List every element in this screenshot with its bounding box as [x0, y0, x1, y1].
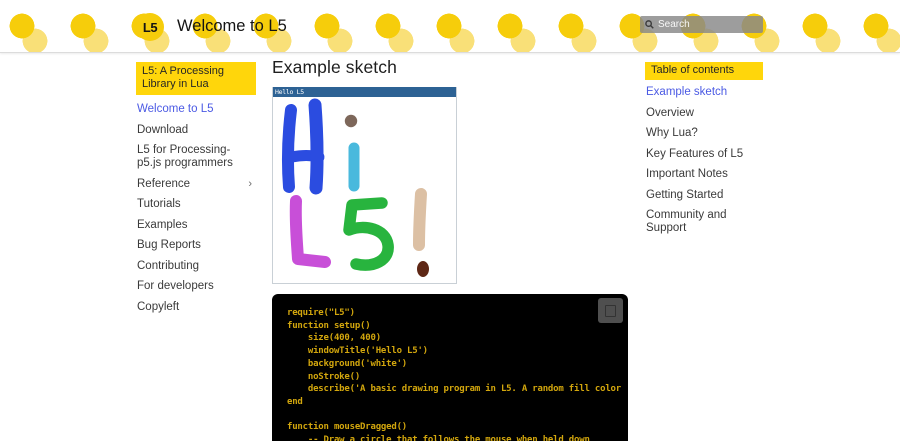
search-box[interactable] [640, 16, 763, 33]
table-of-contents: Table of contents Example sketch Overview… [645, 62, 763, 243]
sidebar-title: L5: A Processing Library in Lua [136, 62, 256, 95]
sketch-drawing [281, 98, 429, 277]
sidebar-item[interactable]: For developers [136, 280, 256, 293]
chevron-right-icon: › [248, 177, 252, 190]
copy-code-button[interactable] [598, 298, 623, 323]
sidebar-item-label: For developers [137, 280, 214, 292]
sidebar-item-label: Contributing [137, 259, 200, 272]
sidebar-item-label: Welcome to L5 [137, 103, 214, 115]
sidebar-item[interactable]: Download [136, 124, 256, 137]
toc-item-label: Community and Support [646, 209, 727, 234]
toc-item-label: Why Lua? [646, 127, 698, 139]
toc-item-label: Example sketch [646, 86, 728, 98]
sidebar-item-label: Reference [137, 177, 191, 190]
toc-item[interactable]: Important Notes [645, 168, 763, 181]
page-title: Welcome to L5 [177, 17, 287, 35]
app-header: L5 Welcome to L5 [0, 0, 900, 53]
sidebar-item[interactable]: Copyleft [136, 301, 256, 314]
toc-item-label: Key Features of L5 [646, 147, 744, 160]
sidebar-item-label: Tutorials [137, 198, 181, 210]
sidebar-item[interactable]: Welcome to L5 [136, 103, 256, 116]
toc-item[interactable]: Example sketch [645, 86, 763, 99]
toc-item[interactable]: Getting Started [645, 189, 763, 202]
search-icon [645, 20, 654, 29]
sidebar-nav: L5: A Processing Library in Lua Welcome … [136, 62, 256, 321]
toc-title: Table of contents [645, 62, 763, 80]
sidebar-item-label: L5 for Processing-p5.js programmers [137, 144, 233, 169]
toc-item-label: Important Notes [646, 168, 728, 180]
sidebar-item[interactable]: L5 for Processing-p5.js programmers [136, 144, 256, 170]
toc-item[interactable]: Community and Support [645, 209, 763, 235]
code-example: require("L5") function setup() size(400,… [272, 294, 628, 441]
code-block: require("L5") function setup() size(400,… [287, 308, 621, 441]
sidebar-item[interactable]: Examples [136, 219, 256, 232]
toc-item[interactable]: Overview [645, 107, 763, 120]
sidebar-item[interactable]: Bug Reports [136, 239, 256, 252]
sidebar-item-label: Examples [137, 218, 188, 231]
section-heading: Example sketch [272, 57, 397, 77]
sidebar-item-label: Bug Reports [137, 239, 201, 251]
sidebar-item[interactable]: Reference › [136, 178, 256, 191]
search-input[interactable] [658, 19, 758, 30]
sketch-window: Hello L5 [272, 87, 457, 284]
sketch-window-titlebar: Hello L5 [273, 87, 456, 97]
main-content: Example sketch Hello L5 require("L5") fu… [272, 55, 628, 441]
toc-item-label: Overview [646, 106, 694, 119]
toc-item-label: Getting Started [646, 188, 724, 201]
sidebar-item-label: Download [137, 123, 189, 136]
sidebar-item[interactable]: Contributing [136, 260, 256, 273]
sketch-canvas [273, 97, 456, 283]
sidebar-item-label: Copyleft [137, 300, 180, 313]
toc-item[interactable]: Why Lua? [645, 127, 763, 140]
l5-logo[interactable]: L5 [136, 13, 164, 41]
sidebar-item[interactable]: Tutorials [136, 198, 256, 211]
toc-item[interactable]: Key Features of L5 [645, 148, 763, 161]
